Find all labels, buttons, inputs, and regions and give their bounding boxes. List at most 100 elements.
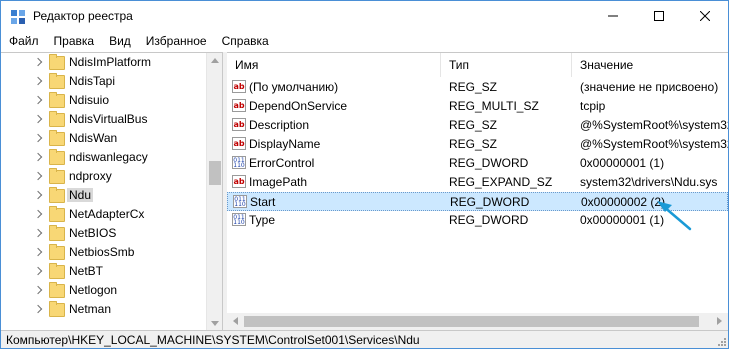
tree-item-label: Ndisuio xyxy=(69,93,110,107)
table-row[interactable]: ab ImagePath REG_EXPAND_SZ system32\drivers… xyxy=(227,173,728,192)
chevron-right-icon[interactable] xyxy=(33,266,43,276)
chevron-right-icon[interactable] xyxy=(33,209,43,219)
binary-value-icon: 011 110 xyxy=(232,156,246,169)
tree-item[interactable]: NetBT xyxy=(1,262,206,281)
folder-icon xyxy=(49,168,65,184)
value-name: Start xyxy=(250,195,276,209)
tree-item[interactable]: Netman xyxy=(1,300,206,319)
folder-icon xyxy=(49,206,65,222)
menu-file[interactable]: Файл xyxy=(1,31,46,51)
tree-item[interactable]: Ndisuio xyxy=(1,91,206,110)
values-list-pane[interactable]: Имя Тип Значение ab (По умолчанию) REG_SZ(… xyxy=(227,52,728,331)
menu-edit[interactable]: Правка xyxy=(46,31,102,51)
column-header-type[interactable]: Тип xyxy=(441,53,572,77)
tree-item[interactable]: Netlogon xyxy=(1,281,206,300)
folder-icon xyxy=(49,130,65,146)
tree-item[interactable]: NdisVirtualBus xyxy=(1,110,206,129)
value-name: ImagePath xyxy=(249,175,308,189)
scroll-down-icon[interactable] xyxy=(211,321,219,326)
list-horizontal-scrollbar[interactable] xyxy=(227,313,728,330)
chevron-right-icon[interactable] xyxy=(33,247,43,257)
tree-item[interactable]: NdisTapi xyxy=(1,72,206,91)
value-data: system32\drivers\Ndu.sys xyxy=(580,175,718,189)
tree-item[interactable]: ndproxy xyxy=(1,167,206,186)
folder-icon xyxy=(49,301,65,317)
value-data: (значение не присвоено) xyxy=(580,80,719,94)
column-header-value[interactable]: Значение xyxy=(572,53,728,77)
menu-favorites[interactable]: Избранное xyxy=(138,31,214,51)
tree-item[interactable]: NetbiosSmb xyxy=(1,243,206,262)
value-name: ErrorControl xyxy=(249,156,315,170)
table-row[interactable]: 011 110 Start REG_DWORD 0x00000002 (2) xyxy=(227,192,728,211)
folder-icon xyxy=(49,225,65,241)
menu-view[interactable]: Вид xyxy=(101,31,138,51)
folder-icon xyxy=(49,263,65,279)
minimize-icon xyxy=(608,15,618,17)
close-icon xyxy=(700,11,710,21)
chevron-right-icon[interactable] xyxy=(33,95,43,105)
chevron-right-icon[interactable] xyxy=(33,133,43,143)
value-data: 0x00000001 (1) xyxy=(580,156,665,170)
menu-help[interactable]: Справка xyxy=(214,31,276,51)
tree-item[interactable]: NdisWan xyxy=(1,129,206,148)
status-path: Компьютер\HKEY_LOCAL_MACHINE\SYSTEM\Cont… xyxy=(6,333,420,347)
folder-icon xyxy=(49,244,65,260)
string-value-icon: ab xyxy=(232,118,246,131)
table-row[interactable]: ab DependOnService REG_MULTI_SZ tcpip xyxy=(227,97,728,116)
table-row[interactable]: ab Description REG_SZ @%SystemRoot%\system3… xyxy=(227,116,728,135)
value-type: REG_SZ xyxy=(449,80,498,94)
tree-item[interactable]: NetAdapterCx xyxy=(1,205,206,224)
table-row[interactable]: 011 110 Type REG_DWORD 0x00000001 (1) xyxy=(227,211,728,230)
tree-item-label: NdisWan xyxy=(69,131,118,145)
tree-item-label: Ndu xyxy=(67,188,94,202)
table-row[interactable]: ab DisplayName REG_SZ @%SystemRoot%\system3… xyxy=(227,135,728,154)
chevron-right-icon[interactable] xyxy=(33,57,43,67)
folder-icon xyxy=(49,92,65,108)
tree-item-label: NdisTapi xyxy=(69,74,116,88)
window-title: Редактор реестра xyxy=(33,9,133,23)
scroll-thumb[interactable] xyxy=(209,161,221,185)
menu-bar: Файл Правка Вид Избранное Справка xyxy=(1,31,728,51)
tree-item-label: NetAdapterCx xyxy=(69,207,145,221)
tree-item[interactable]: NdisImPlatform xyxy=(1,53,206,72)
chevron-right-icon[interactable] xyxy=(33,171,43,181)
value-type: REG_MULTI_SZ xyxy=(449,99,539,113)
binary-value-icon: 011 110 xyxy=(232,213,246,226)
chevron-right-icon[interactable] xyxy=(33,76,43,86)
folder-icon xyxy=(49,73,65,89)
table-row[interactable]: ab (По умолчанию) REG_SZ (значение не присв… xyxy=(227,78,728,97)
value-data: @%SystemRoot%\system32\ xyxy=(580,137,728,151)
tree-item-label: NetbiosSmb xyxy=(69,245,135,259)
value-name: DependOnService xyxy=(249,99,348,113)
chevron-right-icon[interactable] xyxy=(33,304,43,314)
value-name: Description xyxy=(249,118,310,132)
scroll-up-icon[interactable] xyxy=(211,58,219,63)
scroll-right-icon[interactable] xyxy=(717,317,722,325)
scroll-left-icon[interactable] xyxy=(233,317,238,325)
value-type: REG_DWORD xyxy=(450,195,530,209)
chevron-right-icon[interactable] xyxy=(33,152,43,162)
chevron-right-icon[interactable] xyxy=(33,285,43,295)
title-bar[interactable]: Редактор реестра xyxy=(1,1,728,31)
maximize-button[interactable] xyxy=(636,1,682,31)
minimize-button[interactable] xyxy=(590,1,636,31)
chevron-right-icon[interactable] xyxy=(33,228,43,238)
tree-item[interactable]: Ndu xyxy=(1,186,206,205)
key-tree-pane[interactable]: NdisImPlatform NdisTapi Ndisuio NdisVirtual… xyxy=(1,52,223,331)
close-button[interactable] xyxy=(682,1,728,31)
table-row[interactable]: 011 110 ErrorControl REG_DWORD 0x00000001 (1… xyxy=(227,154,728,173)
chevron-right-icon[interactable] xyxy=(33,190,43,200)
value-name: DisplayName xyxy=(249,137,321,151)
tree-item-label: NdisImPlatform xyxy=(69,55,152,69)
value-data: 0x00000002 (2) xyxy=(581,195,666,209)
tree-item-label: NdisVirtualBus xyxy=(69,112,148,126)
column-header-name[interactable]: Имя xyxy=(227,53,441,77)
resize-grip-icon[interactable] xyxy=(716,336,726,346)
folder-icon xyxy=(49,282,65,298)
tree-item[interactable]: NetBIOS xyxy=(1,224,206,243)
tree-item[interactable]: ndiswanlegacy xyxy=(1,148,206,167)
string-value-icon: ab xyxy=(232,137,246,150)
tree-vertical-scrollbar[interactable] xyxy=(206,53,222,331)
scroll-thumb[interactable] xyxy=(244,316,699,327)
chevron-right-icon[interactable] xyxy=(33,114,43,124)
